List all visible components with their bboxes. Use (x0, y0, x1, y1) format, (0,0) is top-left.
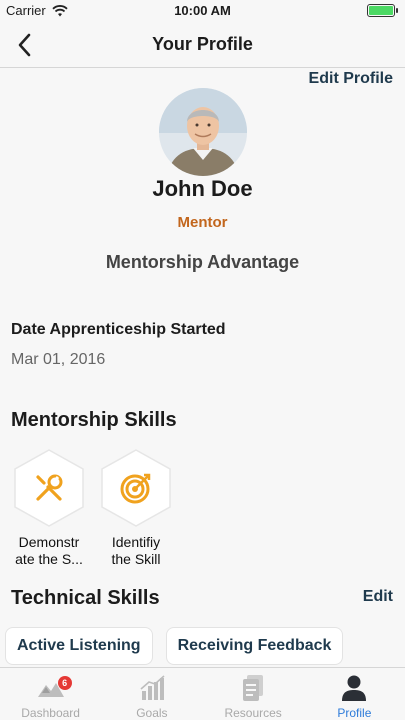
profile-subtitle: Mentorship Advantage (105, 252, 300, 272)
edit-profile-button[interactable]: Edit Profile (309, 70, 393, 88)
skill-badge (12, 448, 86, 528)
tab-label: Goals (136, 706, 168, 720)
tab-profile[interactable]: Profile (304, 668, 405, 720)
clock: 10:00 AM (174, 3, 231, 18)
status-bar: Carrier 10:00 AM (0, 0, 405, 22)
profile-name: John Doe (152, 176, 253, 201)
tools-icon (36, 474, 63, 501)
tab-resources[interactable]: Resources (203, 668, 304, 720)
battery-icon (367, 4, 398, 17)
skill-label: Identifiy the Skill (111, 534, 161, 567)
mentorship-skill-item[interactable]: Demonstr ate the S... (12, 448, 86, 568)
date-started-value: Mar 01, 2016 (11, 351, 106, 368)
tab-label: Resources (224, 706, 282, 720)
bar-chart-icon (137, 673, 167, 703)
page-title: Your Profile (152, 34, 253, 54)
technical-skill-chips: Active Listening Receiving Feedback (5, 627, 344, 665)
tab-dashboard[interactable]: 6 Dashboard (0, 668, 101, 720)
edit-technical-skills-button[interactable]: Edit (363, 588, 393, 606)
navigation-bar: Your Profile (0, 22, 405, 68)
profile-role: Mentor (177, 214, 228, 231)
tab-goals[interactable]: Goals (101, 668, 202, 720)
mountain-icon: 6 (36, 673, 72, 703)
skill-label: Demonstr ate the S... (15, 534, 83, 567)
tab-bar: 6 Dashboard Goals Resources Profile (0, 667, 405, 720)
date-started-label: Date Apprenticeship Started (11, 321, 226, 338)
avatar (159, 88, 247, 176)
technical-skills-title: Technical Skills (11, 587, 160, 609)
mentorship-skills-title: Mentorship Skills (11, 409, 177, 431)
skill-chip[interactable]: Active Listening (5, 627, 153, 665)
tab-label: Dashboard (21, 706, 80, 720)
document-icon (238, 673, 268, 703)
tab-label: Profile (337, 706, 372, 720)
notification-badge: 6 (57, 676, 72, 690)
person-icon (339, 673, 369, 703)
skill-badge (99, 448, 173, 528)
skill-chip[interactable]: Receiving Feedback (165, 627, 344, 665)
target-icon (120, 473, 151, 504)
mentorship-skill-item[interactable]: Identifiy the Skill (99, 448, 173, 568)
